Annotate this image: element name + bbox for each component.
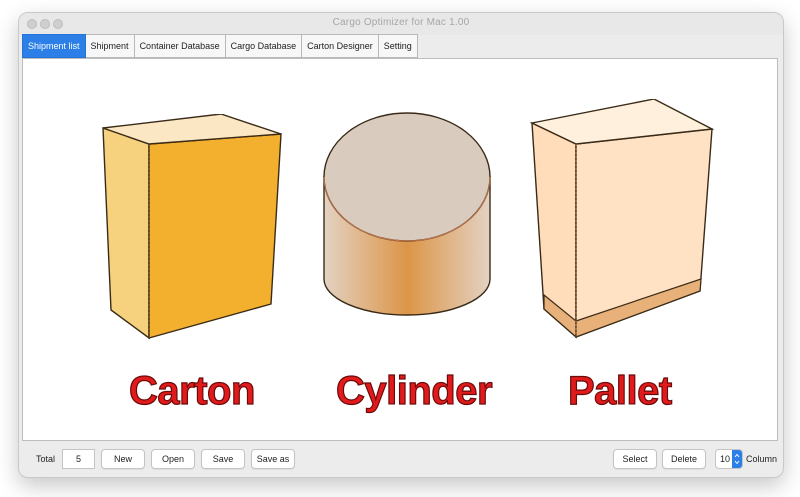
delete-button[interactable]: Delete [662, 449, 706, 469]
carton-box-icon [102, 114, 282, 340]
tab-setting[interactable]: Setting [378, 34, 418, 58]
column-count-value: 10 [720, 454, 731, 464]
open-button[interactable]: Open [151, 449, 195, 469]
tab-shipment-list[interactable]: Shipment list [22, 34, 86, 58]
bottom-toolbar: Total 5 New Open Save Save as Select Del… [19, 441, 783, 477]
cylinder-label: Cylinder [335, 369, 493, 413]
title-bar: Cargo Optimizer for Mac 1.00 [19, 13, 783, 35]
new-button[interactable]: New [101, 449, 145, 469]
select-button[interactable]: Select [613, 449, 657, 469]
chevron-updown-icon [732, 450, 742, 468]
tab-carton-designer[interactable]: Carton Designer [302, 34, 379, 58]
tab-cargo-database[interactable]: Cargo Database [225, 34, 303, 58]
app-window: Cargo Optimizer for Mac 1.00 Shipment li… [18, 12, 784, 478]
tab-container-database[interactable]: Container Database [134, 34, 226, 58]
total-count-field: 5 [62, 449, 95, 469]
save-button[interactable]: Save [201, 449, 245, 469]
pallet-box-icon [530, 99, 715, 339]
window-title: Cargo Optimizer for Mac 1.00 [332, 17, 470, 28]
carton-label: Carton [128, 369, 256, 413]
cylinder-icon [323, 112, 491, 316]
total-label: Total [36, 454, 56, 464]
save-as-button[interactable]: Save as [251, 449, 295, 469]
column-count-select[interactable]: 10 [715, 449, 743, 469]
column-label: Column [746, 454, 778, 464]
tab-shipment[interactable]: Shipment [85, 34, 135, 58]
tab-bar: Shipment list Shipment Container Databas… [22, 34, 418, 58]
pallet-label: Pallet [567, 369, 672, 413]
shipment-list-panel: Carton Cylinder Pallet [22, 58, 778, 441]
